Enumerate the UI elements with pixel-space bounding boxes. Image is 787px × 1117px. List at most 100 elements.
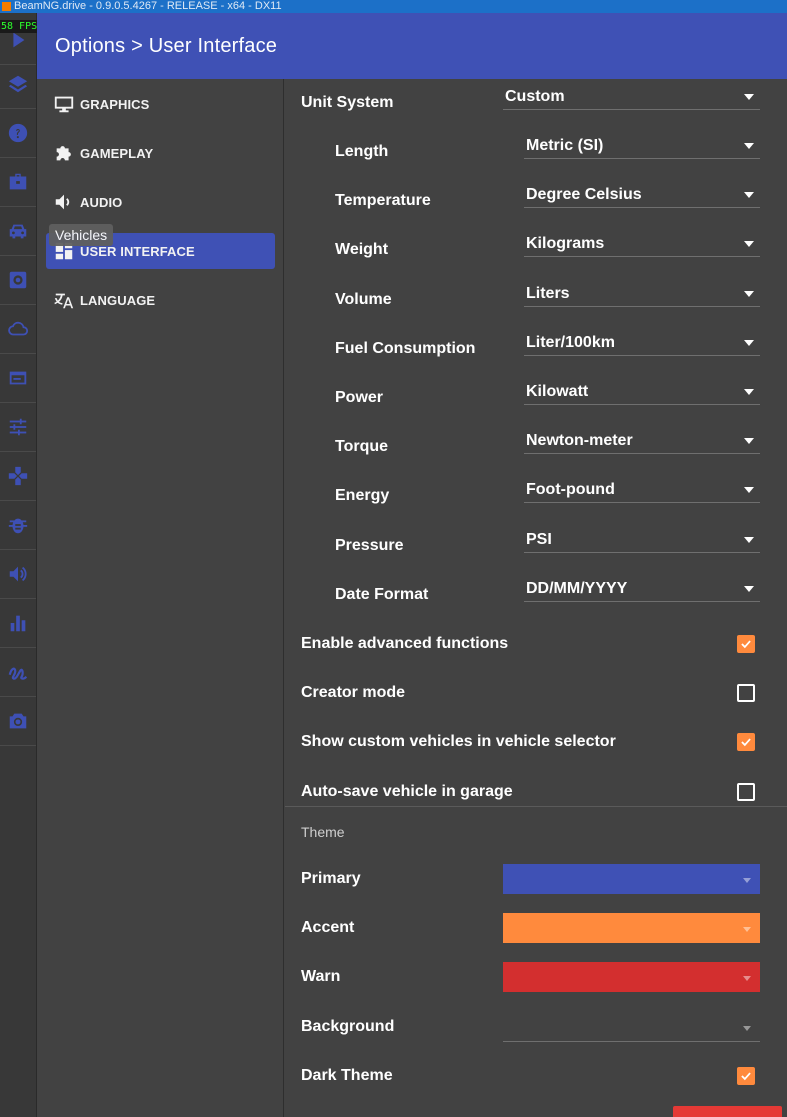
rail-chip-button[interactable] <box>0 261 36 305</box>
chevron-down-icon <box>744 536 754 543</box>
warn-color-select[interactable] <box>503 962 760 993</box>
show-custom-vehicles-in-vehicle-selector-checkbox[interactable] <box>737 733 755 752</box>
window-title: BeamNG.drive - 0.9.0.5.4267 - RELEASE - … <box>14 0 282 12</box>
length-label: Length <box>335 143 389 160</box>
toggle-row-dark-theme: Dark Theme <box>285 1052 787 1101</box>
page-title: Options > User Interface <box>55 35 278 57</box>
energy-select[interactable]: Foot-pound <box>524 475 760 504</box>
toggle-row-enable-advanced-functions: Enable advanced functions <box>285 620 787 669</box>
translate-icon <box>53 289 80 311</box>
rail-route-button[interactable] <box>0 653 36 697</box>
icon-rail <box>0 13 37 1117</box>
setting-row-weight: Weight Kilograms <box>285 226 787 275</box>
show-custom-vehicles-in-vehicle-selector-label: Show custom vehicles in vehicle selector <box>301 733 616 751</box>
rail-bug-button[interactable] <box>0 506 36 550</box>
creator-mode-checkbox[interactable] <box>737 684 755 703</box>
sidebar-item-language[interactable]: LANGUAGE <box>46 282 275 318</box>
rail-layers-button[interactable] <box>0 65 36 109</box>
setting-row-fuel-consumption: Fuel Consumption Liter/100km <box>285 325 787 374</box>
volume-select[interactable]: Liters <box>524 279 760 307</box>
chip-icon <box>7 269 29 296</box>
energy-select-value: Foot-pound <box>526 481 615 499</box>
rail-help-button[interactable] <box>0 114 36 158</box>
pressure-label: Pressure <box>335 536 404 554</box>
toggle-row-auto-save-vehicle-in-garage: Auto-save vehicle in garage <box>285 768 787 817</box>
bug-icon <box>7 514 29 541</box>
chevron-down-icon <box>744 389 754 395</box>
dark-theme-label: Dark Theme <box>301 1066 393 1084</box>
chevron-down-icon <box>744 290 754 297</box>
bar-chart-icon <box>7 612 29 639</box>
temperature-select[interactable]: Degree Celsius <box>524 180 760 209</box>
help-icon-svg <box>8 123 28 143</box>
accent-color-select[interactable] <box>503 913 760 944</box>
setting-row-volume: Volume Liters <box>285 276 787 325</box>
help-icon <box>7 122 29 149</box>
setting-row-energy: Energy Foot-pound <box>285 472 787 521</box>
dark-theme-checkbox[interactable] <box>737 1066 755 1085</box>
translate-icon-svg <box>54 293 74 309</box>
layers-icon <box>7 73 29 100</box>
sidebar-item-gameplay[interactable]: GAMEPLAY <box>46 135 275 171</box>
chevron-down-icon <box>744 487 754 494</box>
route-icon-svg <box>8 667 28 680</box>
power-select[interactable]: Kilowatt <box>524 377 760 405</box>
tooltip-vehicles: Vehicles <box>49 224 114 246</box>
rail-bar-chart-button[interactable] <box>0 604 36 648</box>
weight-select[interactable]: Kilograms <box>524 229 760 258</box>
length-select[interactable]: Metric (SI) <box>524 131 760 159</box>
fps-counter: 58 FPS <box>0 20 37 33</box>
chevron-down-icon <box>744 192 754 199</box>
car-icon-svg <box>9 224 27 239</box>
sidebar-item-audio[interactable]: AUDIO <box>46 184 275 220</box>
puzzle-icon <box>53 142 80 164</box>
chevron-down-icon <box>744 585 754 592</box>
play-icon <box>7 29 29 56</box>
torque-select[interactable]: Newton-meter <box>524 426 760 455</box>
rail-volume-button[interactable] <box>0 555 36 599</box>
rail-briefcase-button[interactable] <box>0 163 36 207</box>
torque-label: Torque <box>335 438 389 456</box>
briefcase-icon-svg <box>9 173 27 190</box>
primary-color-label: Primary <box>301 870 361 887</box>
cloud-icon <box>7 318 29 345</box>
rail-calendar-button[interactable] <box>0 359 36 403</box>
gamepad-icon <box>7 465 29 492</box>
weight-label: Weight <box>335 241 389 259</box>
background-color-select[interactable] <box>503 1012 760 1042</box>
pressure-select[interactable]: PSI <box>524 525 760 553</box>
theme-section-title: Theme <box>301 824 345 840</box>
date-format-select[interactable]: DD/MM/YYYY <box>524 574 760 602</box>
creator-mode-label: Creator mode <box>301 684 406 702</box>
sidebar-item-label: GRAPHICS <box>80 96 150 112</box>
date-format-label: Date Format <box>335 585 429 603</box>
section-divider <box>285 806 787 807</box>
sidebar-item-graphics[interactable]: GRAPHICS <box>46 86 275 122</box>
pressure-select-value: PSI <box>526 530 552 548</box>
gamepad-icon-svg <box>8 466 28 486</box>
volume-icon <box>7 563 29 590</box>
rail-car-button[interactable] <box>0 212 36 256</box>
auto-save-vehicle-in-garage-label: Auto-save vehicle in garage <box>301 782 513 800</box>
chevron-down-icon <box>743 878 751 883</box>
puzzle-icon-svg <box>56 146 71 161</box>
sidebar-item-label: AUDIO <box>80 194 123 210</box>
rail-sliders-button[interactable] <box>0 408 36 452</box>
fuel-consumption-select[interactable]: Liter/100km <box>524 328 760 356</box>
unit-system-select[interactable]: Custom <box>503 82 760 110</box>
reset-button[interactable] <box>673 1106 782 1117</box>
volume-label: Volume <box>335 290 392 308</box>
rail-gamepad-button[interactable] <box>0 457 36 501</box>
rail-cloud-button[interactable] <box>0 310 36 354</box>
energy-label: Energy <box>335 487 390 505</box>
warn-color-label: Warn <box>301 968 341 986</box>
primary-color-select[interactable] <box>503 864 760 894</box>
chevron-down-icon <box>744 339 754 346</box>
chevron-down-icon <box>743 1025 751 1031</box>
auto-save-vehicle-in-garage-checkbox[interactable] <box>737 782 755 801</box>
rail-camera-button[interactable] <box>0 702 36 746</box>
enable-advanced-functions-checkbox[interactable] <box>737 635 755 653</box>
route-icon <box>7 661 29 688</box>
chevron-down-icon <box>744 94 754 100</box>
fuel-consumption-label: Fuel Consumption <box>335 339 476 357</box>
